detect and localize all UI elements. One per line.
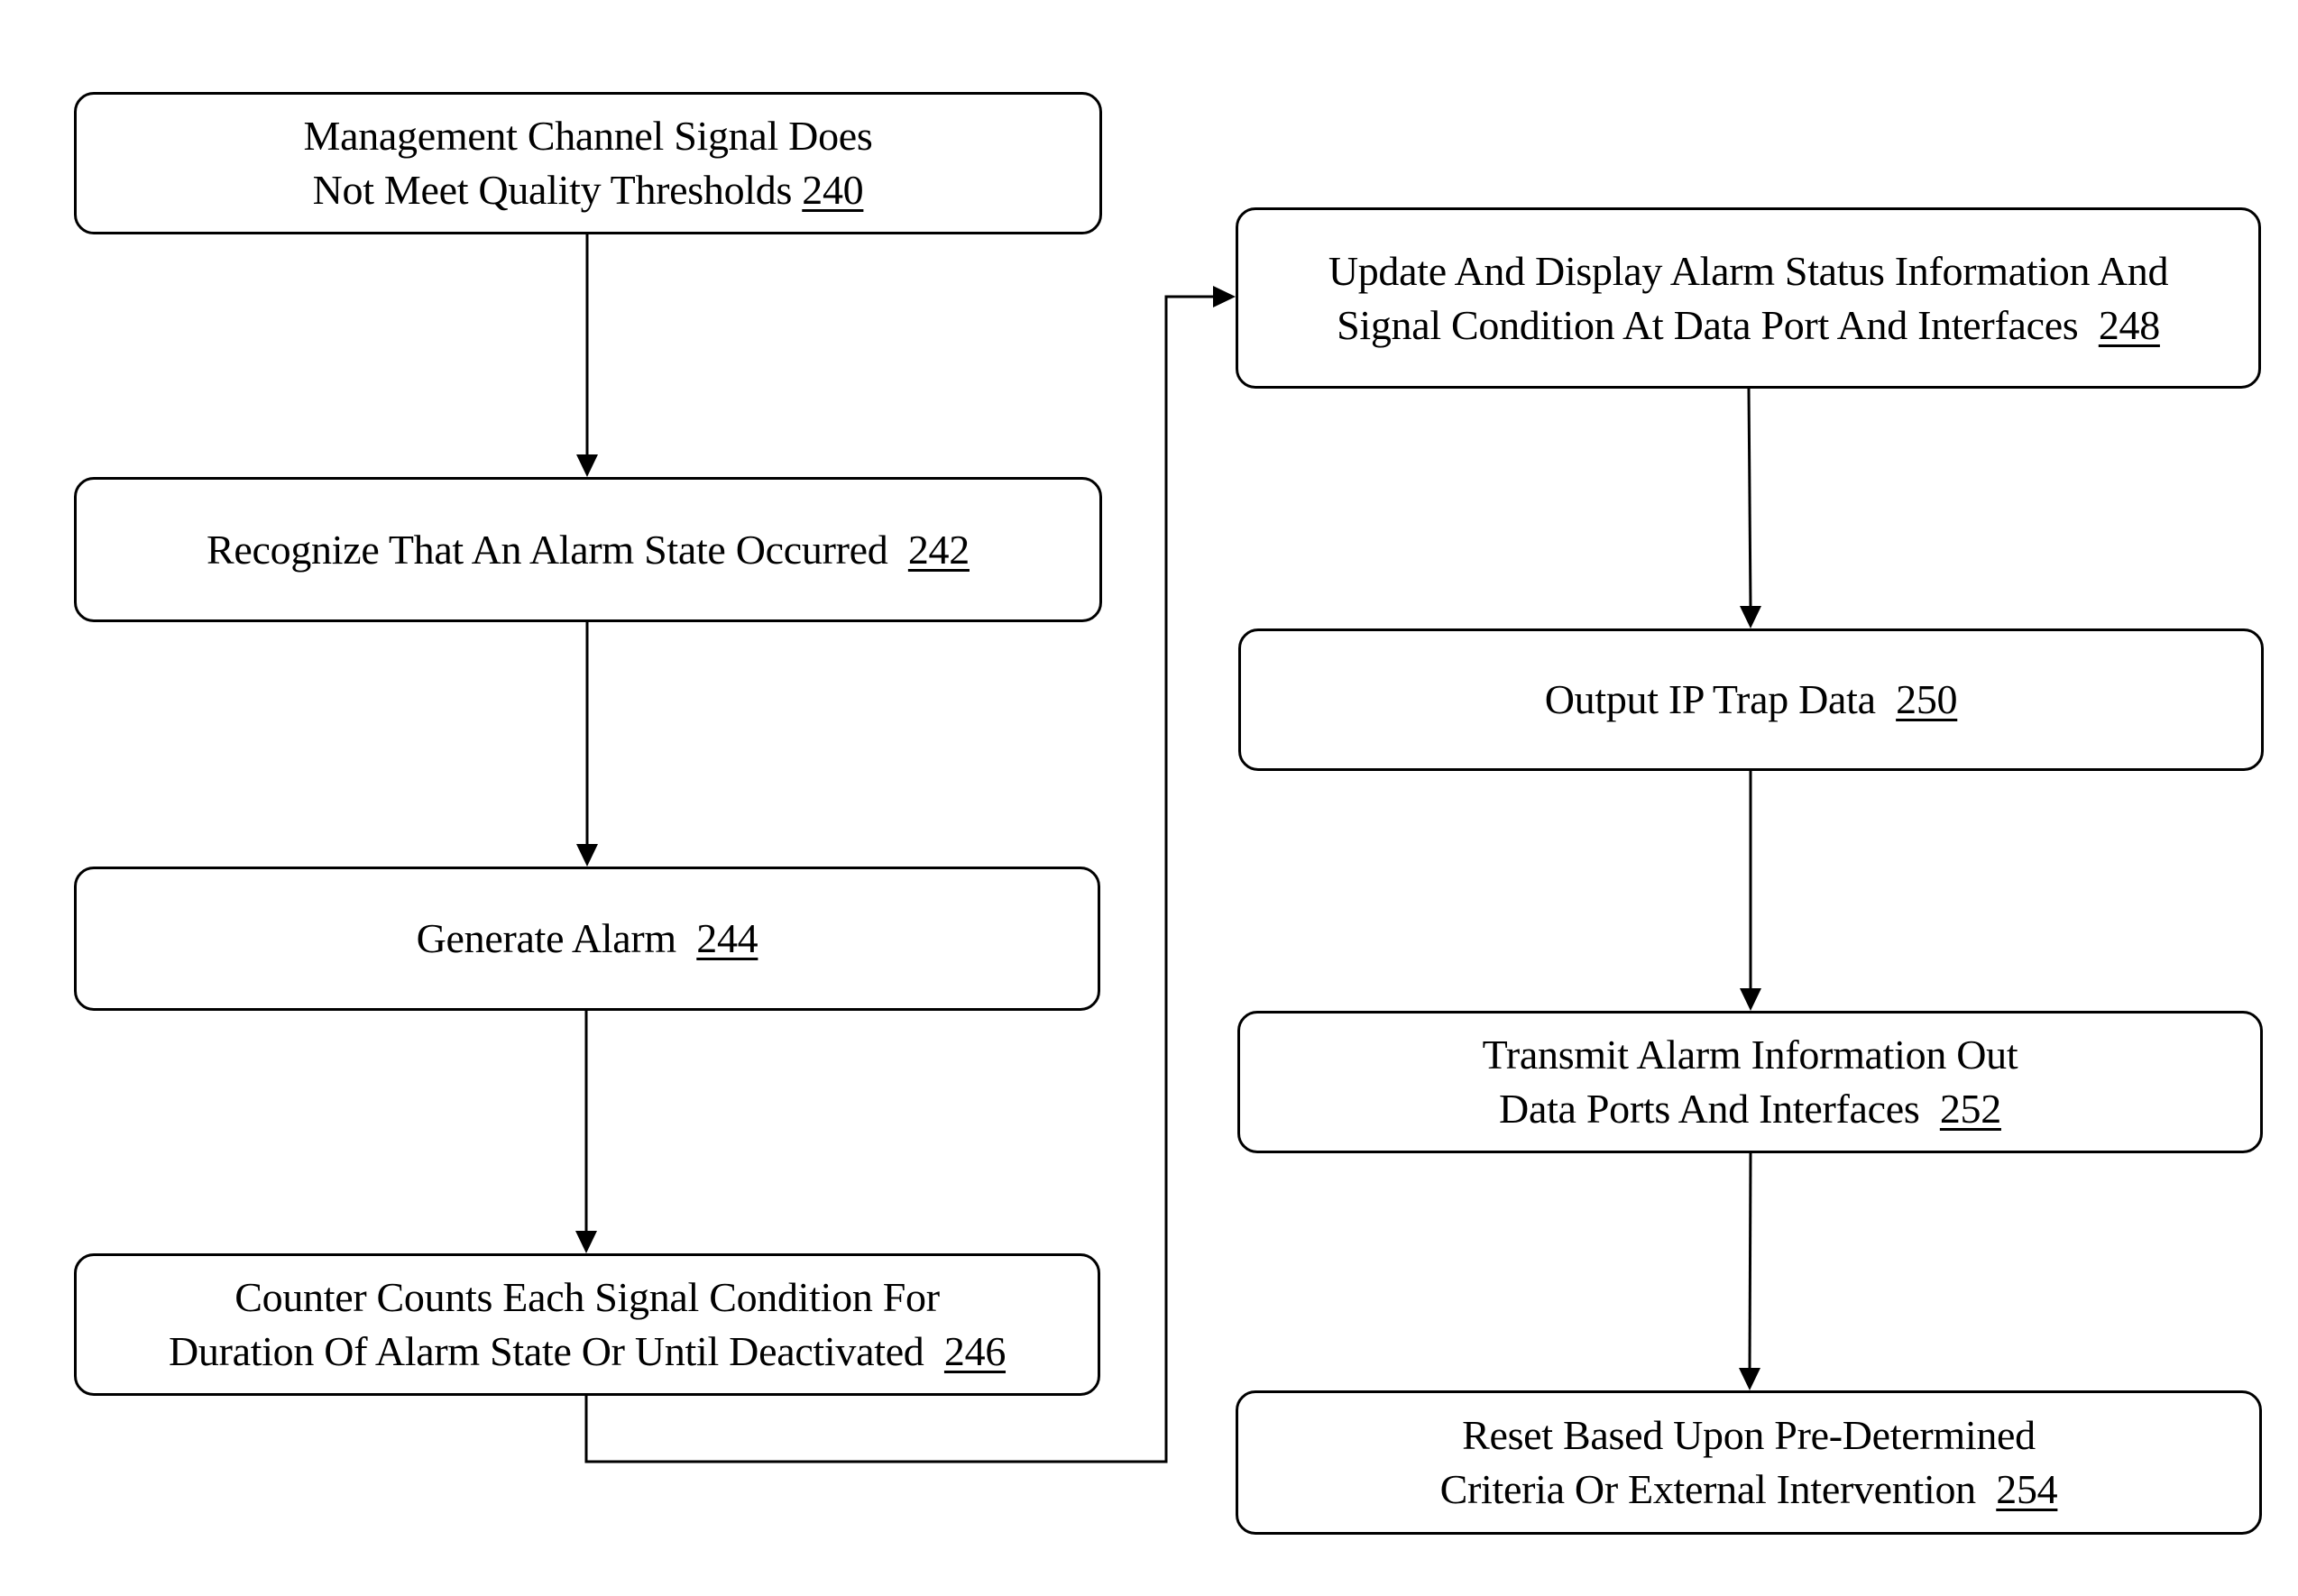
ref-number-248: 248 [2098,301,2160,348]
ref-number-250: 250 [1896,676,1958,722]
ref-number-252: 252 [1939,1086,2001,1132]
ref-number-242: 242 [907,526,970,573]
arrowhead-246 [575,1231,597,1253]
step-252-box: Transmit Alarm Information Out Data Ports… [1237,1011,2263,1153]
ref-number-244: 244 [696,915,758,961]
edge-252-254 [1748,1152,1752,1371]
step-244-box: Generate Alarm 244 [74,867,1100,1011]
flowchart: Management Channel Signal Does Not Meet Q… [0,0,2298,1596]
ref-number-254: 254 [1996,1466,2058,1512]
arrowhead-252 [1740,988,1761,1011]
arrowhead-248 [1213,286,1236,307]
step-246-label: Counter Counts Each Signal Condition For… [168,1274,1007,1374]
step-240-label: Management Channel Signal Does Not Meet Q… [303,113,873,213]
step-254-box: Reset Based Upon Pre-Determined Criteria … [1236,1390,2262,1535]
arrowhead-242 [576,454,598,477]
ref-number-246: 246 [943,1328,1007,1374]
step-252-label: Transmit Alarm Information Out Data Ports… [1482,1032,2018,1132]
step-248-box: Update And Display Alarm Status Informat… [1236,207,2261,389]
ref-number-240: 240 [802,167,864,213]
edge-248-250 [1747,388,1752,609]
step-240-box: Management Channel Signal Does Not Meet Q… [74,92,1102,234]
arrowhead-254 [1739,1368,1760,1390]
step-250-box: Output IP Trap Data 250 [1238,628,2264,771]
step-242-box: Recognize That An Alarm State Occurred 2… [74,477,1102,622]
step-242-label: Recognize That An Alarm State Occurred 2… [207,526,970,573]
step-254-label: Reset Based Upon Pre-Determined Criteria … [1439,1412,2058,1512]
step-246-box: Counter Counts Each Signal Condition For… [74,1253,1100,1396]
arrowhead-250 [1740,606,1761,628]
step-244-label: Generate Alarm 244 [416,915,758,961]
arrowhead-244 [576,844,598,867]
step-250-label: Output IP Trap Data 250 [1544,676,1958,722]
step-248-label: Update And Display Alarm Status Informat… [1328,247,2169,348]
